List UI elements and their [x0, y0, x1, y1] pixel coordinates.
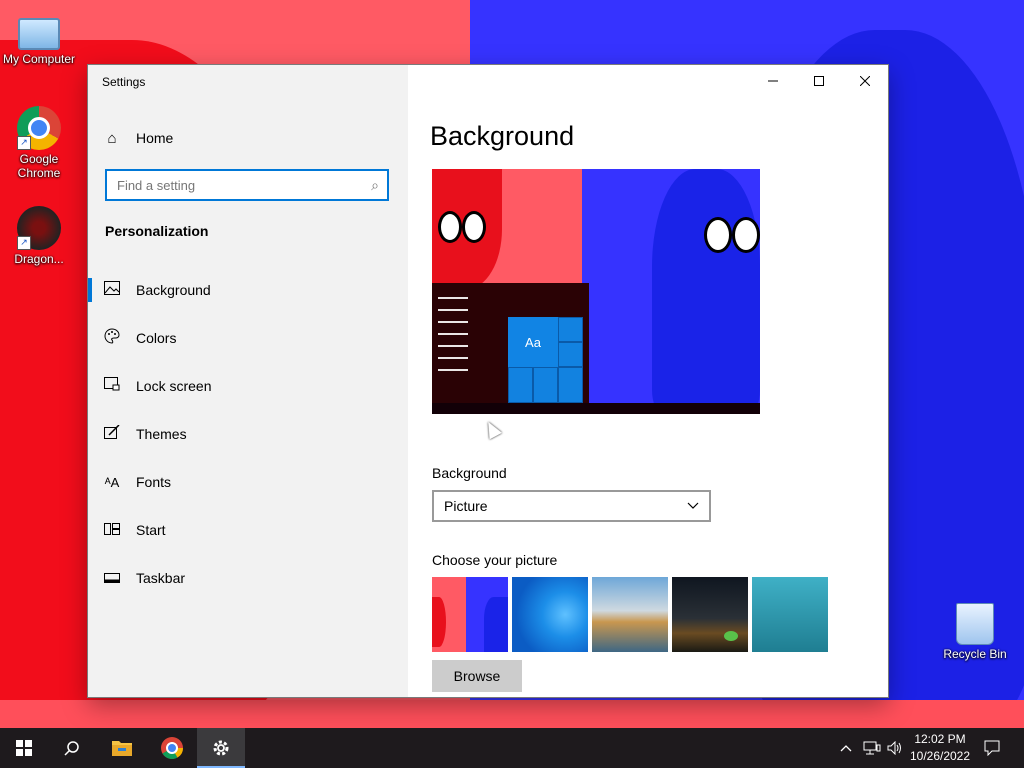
sidebar-item-fonts[interactable]: ᴬA Fonts — [88, 458, 408, 506]
browse-button[interactable]: Browse — [432, 660, 522, 692]
window-controls — [750, 65, 888, 97]
sidebar-item-label: Themes — [136, 426, 187, 442]
sidebar-item-taskbar[interactable]: Taskbar — [88, 554, 408, 602]
dragon-app-icon: ↗ — [17, 206, 61, 250]
picture-thumbnails — [432, 577, 828, 652]
section-title: Personalization — [105, 223, 209, 239]
picture-thumbnail[interactable] — [592, 577, 668, 652]
choose-picture-label: Choose your picture — [432, 552, 558, 568]
file-explorer-button[interactable] — [98, 728, 146, 768]
sidebar-item-label: Taskbar — [136, 570, 186, 586]
sidebar-nav: Background Colors Lock screen Themes ᴬA … — [88, 266, 408, 602]
window-title: Settings — [102, 75, 146, 89]
windows-logo-icon — [16, 740, 32, 756]
preview-tile-text: Aa — [508, 317, 558, 367]
maximize-icon — [814, 76, 824, 86]
home-link[interactable]: ⌂ Home — [88, 125, 408, 151]
start-button[interactable] — [0, 728, 48, 768]
recycle-bin-icon — [956, 603, 994, 645]
sidebar-item-colors[interactable]: Colors — [88, 314, 408, 362]
background-dropdown-value: Picture — [444, 498, 488, 514]
sidebar-item-label: Colors — [136, 330, 177, 346]
picture-thumbnail[interactable] — [672, 577, 748, 652]
close-button[interactable] — [842, 65, 888, 97]
desktop-icon-dragon[interactable]: ↗ Dragon... — [1, 206, 77, 266]
sidebar-item-themes[interactable]: Themes — [88, 410, 408, 458]
settings-window: Settings ⌂ Home ⌕ Personalization Backgr… — [88, 65, 888, 697]
action-center-button[interactable] — [978, 728, 1006, 768]
taskbar-icon — [88, 570, 136, 587]
chrome-icon: ↗ — [17, 106, 61, 150]
desktop-icon-my-computer[interactable]: My Computer — [1, 10, 77, 66]
search-box[interactable]: ⌕ — [105, 169, 389, 201]
fonts-icon: ᴬA — [104, 474, 120, 490]
computer-icon — [18, 18, 60, 50]
maximize-button[interactable] — [796, 65, 842, 97]
sidebar-item-label: Lock screen — [136, 378, 212, 394]
sidebar-item-label: Fonts — [136, 474, 172, 490]
desktop-icon-label: Recycle Bin — [943, 647, 1007, 661]
clock-date: 10/26/2022 — [909, 749, 971, 763]
chrome-taskbar-button[interactable] — [148, 728, 196, 768]
lock-screen-icon — [88, 377, 136, 395]
desktop-icon-label: Google Chrome — [17, 152, 61, 180]
themes-icon — [88, 424, 136, 443]
search-input[interactable] — [115, 176, 372, 194]
picture-thumbnail[interactable] — [432, 577, 508, 652]
picture-thumbnail[interactable] — [512, 577, 588, 652]
preview-taskbar — [432, 403, 760, 414]
picture-thumbnail[interactable] — [752, 577, 828, 652]
volume-button[interactable] — [884, 728, 906, 768]
notifications-icon — [984, 740, 1000, 756]
taskbar: 12:02 PM 10/26/2022 — [0, 728, 1024, 768]
background-dropdown[interactable]: Picture — [432, 490, 711, 522]
start-icon — [88, 522, 136, 539]
system-clock[interactable]: 12:02 PM 10/26/2022 — [906, 731, 974, 765]
minimize-button[interactable] — [750, 65, 796, 97]
show-hidden-icons-button[interactable] — [836, 728, 856, 768]
chevron-down-icon — [687, 502, 699, 509]
sidebar-item-start[interactable]: Start — [88, 506, 408, 554]
sidebar: Settings ⌂ Home ⌕ Personalization Backgr… — [88, 65, 408, 697]
settings-taskbar-button[interactable] — [197, 728, 245, 768]
file-explorer-icon — [112, 741, 132, 756]
picture-icon — [88, 281, 136, 299]
desktop-icon-label: My Computer — [2, 52, 76, 66]
desktop-icon-recycle-bin[interactable]: Recycle Bin — [937, 603, 1013, 661]
sidebar-item-label: Start — [136, 522, 166, 538]
desktop-icon-label: Dragon... — [14, 252, 64, 266]
close-icon — [860, 76, 870, 86]
search-button[interactable] — [48, 728, 96, 768]
network-button[interactable] — [860, 728, 884, 768]
background-preview: Aa — [432, 169, 760, 414]
palette-icon — [88, 328, 136, 348]
settings-icon — [213, 740, 229, 756]
network-icon — [863, 741, 881, 755]
clock-time: 12:02 PM — [914, 732, 966, 746]
search-icon: ⌕ — [371, 176, 379, 193]
home-label: Home — [136, 130, 174, 146]
page-title: Background — [430, 121, 575, 151]
home-icon: ⌂ — [107, 129, 117, 147]
sidebar-item-label: Background — [136, 282, 211, 298]
chrome-icon — [161, 737, 183, 759]
desktop-icon-google-chrome[interactable]: ↗ Google Chrome — [1, 106, 77, 180]
minimize-icon — [768, 80, 778, 82]
volume-icon — [887, 741, 901, 755]
chevron-up-icon — [840, 745, 852, 752]
search-icon — [64, 741, 79, 756]
shortcut-arrow-icon: ↗ — [17, 136, 31, 150]
sidebar-item-lock-screen[interactable]: Lock screen — [88, 362, 408, 410]
sidebar-item-background[interactable]: Background — [88, 266, 408, 314]
shortcut-arrow-icon: ↗ — [17, 236, 31, 250]
background-label: Background — [432, 465, 507, 481]
